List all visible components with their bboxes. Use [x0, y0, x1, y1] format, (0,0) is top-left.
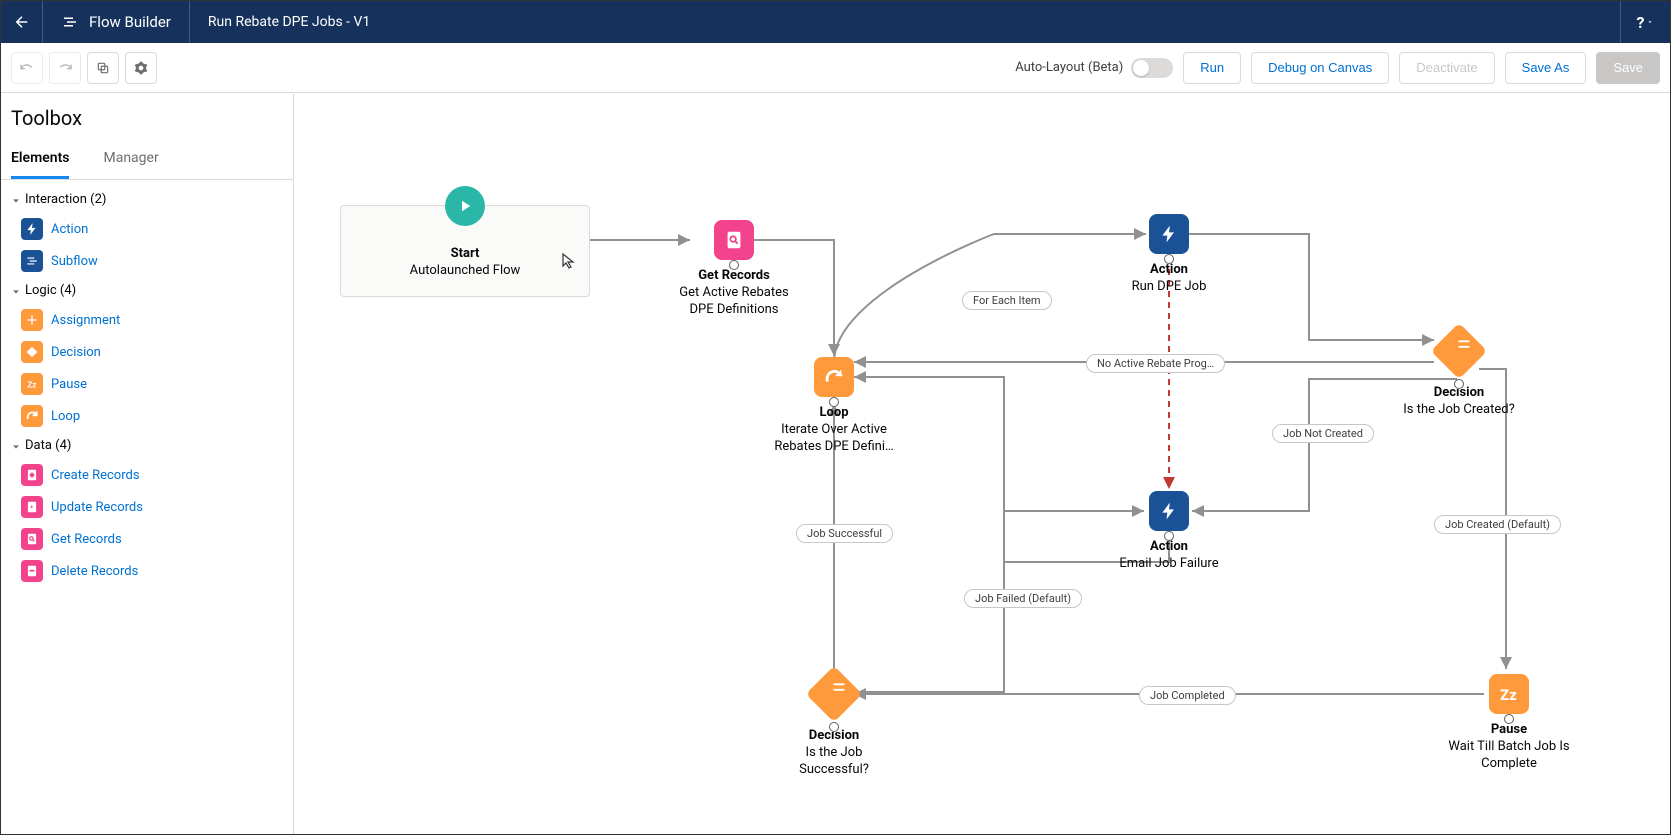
- chevron-down-icon: [11, 286, 21, 296]
- toolbar: Auto-Layout (Beta) Run Debug on Canvas D…: [1, 43, 1670, 93]
- item-loop[interactable]: Loop: [1, 400, 293, 432]
- decision-icon: [1431, 323, 1488, 380]
- start-title: Start: [361, 246, 569, 263]
- subflow-icon: [21, 250, 43, 272]
- app-header: Flow Builder Run Rebate DPE Jobs - V1 ?: [1, 1, 1670, 43]
- chevron-down-icon: [11, 195, 21, 205]
- flow-builder-icon: [61, 13, 79, 31]
- toolbox-title: Toolbox: [1, 94, 293, 140]
- chevron-down-icon: [1646, 18, 1654, 26]
- loop-icon: [21, 405, 43, 427]
- save-button[interactable]: Save: [1596, 52, 1660, 84]
- pill-for-each: For Each Item: [962, 291, 1052, 310]
- get-records-node[interactable]: Get Records Get Active Rebates DPE Defin…: [664, 220, 804, 319]
- copy-button[interactable]: [87, 52, 119, 84]
- update-records-icon: [21, 496, 43, 518]
- start-node[interactable]: Start Autolaunched Flow: [340, 205, 590, 297]
- back-button[interactable]: [1, 1, 43, 43]
- loop-node[interactable]: Loop Iterate Over Active Rebates DPE Def…: [764, 357, 904, 456]
- action-run-dpe-node[interactable]: Action Run DPE Job: [1109, 214, 1229, 296]
- loop-icon: [814, 357, 854, 397]
- app-name-section: Flow Builder: [43, 1, 190, 43]
- pause-icon: Zz: [1489, 674, 1529, 714]
- start-icon: [445, 186, 485, 226]
- back-arrow-icon: [13, 13, 31, 31]
- toolbox-sidebar: Toolbox Elements Manager Interaction (2)…: [1, 94, 294, 834]
- decision-job-successful-node[interactable]: Decision Is the Job Successful?: [769, 674, 899, 779]
- start-sub: Autolaunched Flow: [361, 263, 569, 280]
- toolbox-tree: Interaction (2) Action Subflow Logic (4)…: [1, 180, 293, 593]
- auto-layout-toggle-group: Auto-Layout (Beta): [1015, 58, 1173, 78]
- pill-job-completed: Job Completed: [1139, 686, 1236, 705]
- help-button[interactable]: ?: [1620, 1, 1670, 43]
- item-delete-records[interactable]: Delete Records: [1, 555, 293, 587]
- assignment-icon: [21, 309, 43, 331]
- run-button[interactable]: Run: [1183, 52, 1241, 84]
- flow-name-text: Run Rebate DPE Jobs - V1: [190, 1, 388, 43]
- auto-layout-label: Auto-Layout (Beta): [1015, 60, 1123, 75]
- redo-icon: [57, 60, 73, 76]
- section-data[interactable]: Data (4): [1, 432, 293, 459]
- tab-manager[interactable]: Manager: [103, 140, 158, 179]
- gear-icon: [134, 61, 148, 75]
- action-icon: [1149, 491, 1189, 531]
- toolbox-tabs: Elements Manager: [1, 140, 293, 180]
- deactivate-button: Deactivate: [1399, 52, 1494, 84]
- settings-button[interactable]: [125, 52, 157, 84]
- decision-icon: [806, 666, 863, 723]
- pill-job-not-created: Job Not Created: [1272, 424, 1374, 443]
- svg-text:Zz: Zz: [27, 380, 36, 390]
- item-assignment[interactable]: Assignment: [1, 304, 293, 336]
- pause-icon: Zz: [21, 373, 43, 395]
- decision-icon: [21, 341, 43, 363]
- debug-button[interactable]: Debug on Canvas: [1251, 52, 1389, 84]
- get-records-icon: [21, 528, 43, 550]
- chevron-down-icon: [11, 441, 21, 451]
- create-records-icon: [21, 464, 43, 486]
- svg-text:Zz: Zz: [1500, 686, 1517, 704]
- item-subflow[interactable]: Subflow: [1, 245, 293, 277]
- section-logic[interactable]: Logic (4): [1, 277, 293, 304]
- tab-elements[interactable]: Elements: [11, 140, 69, 179]
- copy-icon: [96, 61, 110, 75]
- auto-layout-toggle[interactable]: [1131, 58, 1173, 78]
- undo-icon: [19, 60, 35, 76]
- decision-job-created-node[interactable]: Decision Is the Job Created?: [1394, 331, 1524, 419]
- pill-no-active: No Active Rebate Prog…: [1086, 354, 1225, 373]
- item-action[interactable]: Action: [1, 213, 293, 245]
- redo-button[interactable]: [49, 52, 81, 84]
- pill-job-created: Job Created (Default): [1434, 515, 1561, 534]
- flow-canvas[interactable]: Start Autolaunched Flow Get Records Get …: [294, 94, 1670, 834]
- item-get-records[interactable]: Get Records: [1, 523, 293, 555]
- item-create-records[interactable]: Create Records: [1, 459, 293, 491]
- get-records-icon: [714, 220, 754, 260]
- item-decision[interactable]: Decision: [1, 336, 293, 368]
- app-name-text: Flow Builder: [89, 13, 171, 31]
- pill-job-failed: Job Failed (Default): [964, 589, 1082, 608]
- cursor-icon: [561, 252, 581, 272]
- pill-job-successful: Job Successful: [796, 524, 893, 543]
- delete-records-icon: [21, 560, 43, 582]
- action-email-failure-node[interactable]: Action Email Job Failure: [1099, 491, 1239, 573]
- action-icon: [21, 218, 43, 240]
- item-pause[interactable]: Zz Pause: [1, 368, 293, 400]
- item-update-records[interactable]: Update Records: [1, 491, 293, 523]
- undo-button[interactable]: [11, 52, 43, 84]
- save-as-button[interactable]: Save As: [1505, 52, 1587, 84]
- action-icon: [1149, 214, 1189, 254]
- section-interaction[interactable]: Interaction (2): [1, 186, 293, 213]
- pause-node[interactable]: Zz Pause Wait Till Batch Job Is Complete: [1434, 674, 1584, 773]
- help-icon: ?: [1637, 13, 1645, 32]
